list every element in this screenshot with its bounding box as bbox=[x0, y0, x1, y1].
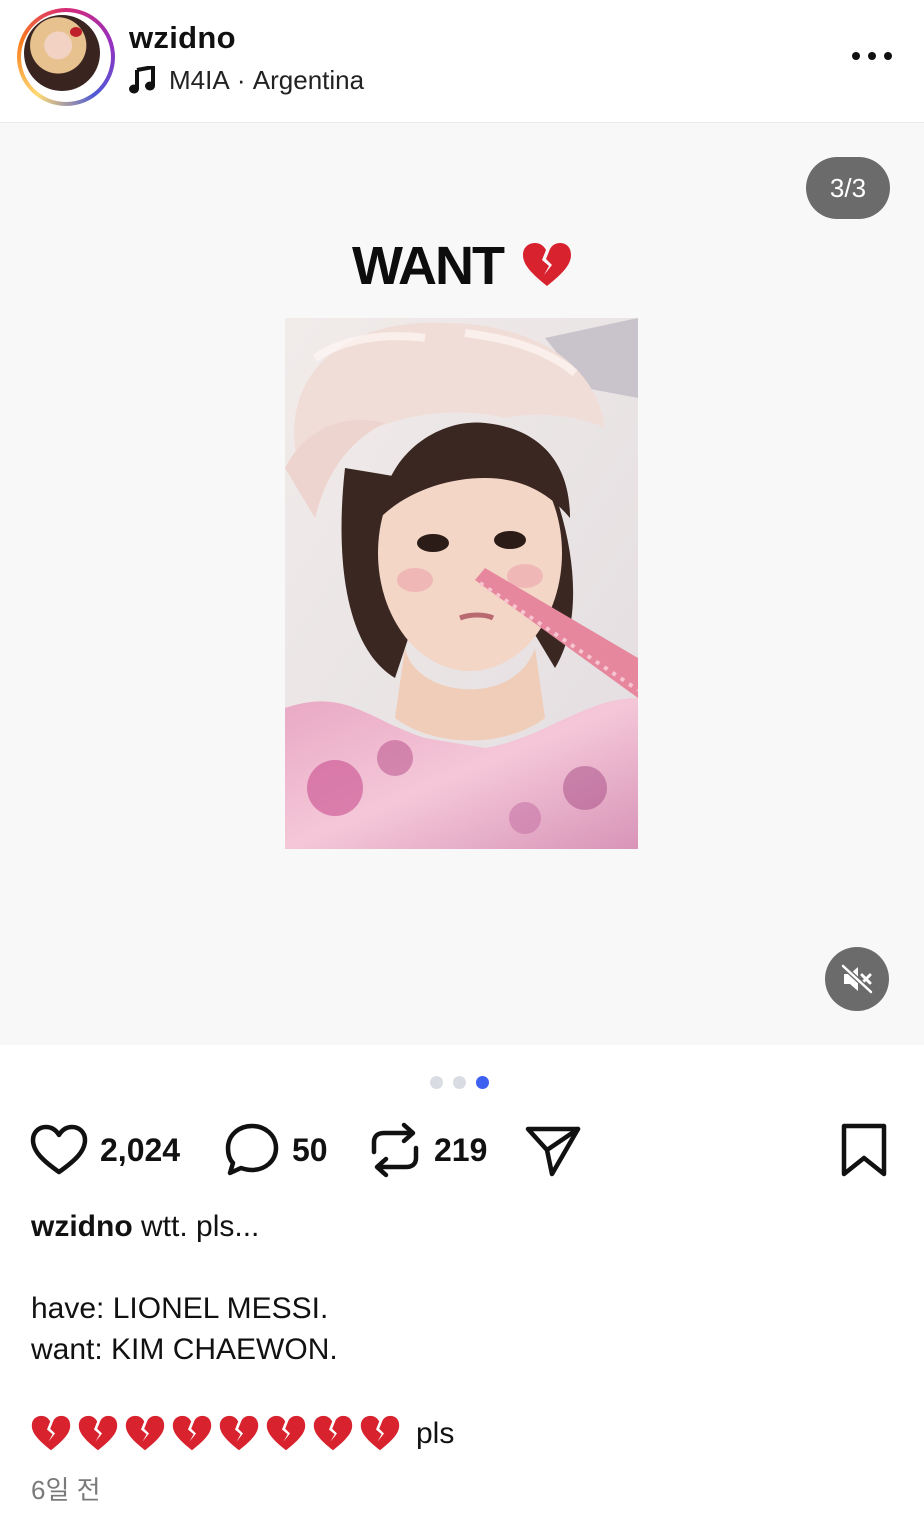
post-timestamp: 6일 전 bbox=[31, 1475, 101, 1505]
avatar[interactable] bbox=[24, 15, 100, 91]
avatar-story-ring[interactable] bbox=[17, 8, 115, 106]
broken-heart-icon bbox=[31, 1415, 71, 1450]
caption-want-line: want: KIM CHAEWON. bbox=[31, 1333, 338, 1366]
caption-first-line: wzidno wtt. pls... bbox=[31, 1206, 891, 1247]
comment-button[interactable]: 50 bbox=[224, 1118, 328, 1182]
caption-username[interactable]: wzidno bbox=[31, 1210, 133, 1243]
mute-toggle-button[interactable] bbox=[825, 947, 889, 1011]
post-subtitle: M4IA · Argentina bbox=[129, 62, 364, 98]
music-note-icon bbox=[129, 66, 155, 94]
broken-heart-icon bbox=[78, 1415, 118, 1450]
broken-heart-icon bbox=[266, 1415, 306, 1450]
action-bar: 2,024 50 219 bbox=[0, 1118, 924, 1182]
like-button[interactable]: 2,024 bbox=[30, 1118, 180, 1182]
post-media[interactable]: 3/3 WANT bbox=[0, 123, 924, 1045]
more-dot-icon bbox=[868, 52, 876, 60]
like-count[interactable]: 2,024 bbox=[100, 1132, 180, 1169]
overlay-title-text: WANT bbox=[352, 236, 505, 296]
photo-illustration bbox=[285, 318, 638, 849]
repost-count[interactable]: 219 bbox=[434, 1132, 487, 1169]
speaker-muted-icon bbox=[840, 963, 874, 995]
carousel-pagination bbox=[430, 1076, 489, 1089]
broken-heart-icon bbox=[172, 1415, 212, 1450]
more-dot-icon bbox=[852, 52, 860, 60]
caption-have-line: have: LIONEL MESSI. bbox=[31, 1292, 329, 1325]
music-label[interactable]: M4IA bbox=[169, 65, 230, 96]
share-button[interactable] bbox=[524, 1118, 582, 1182]
caption-end-text: pls bbox=[416, 1416, 455, 1450]
post-header: wzidno M4IA · Argentina bbox=[0, 0, 924, 123]
broken-heart-icon bbox=[360, 1415, 400, 1450]
broken-heart-icon bbox=[522, 243, 571, 286]
broken-heart-icon bbox=[313, 1415, 353, 1450]
username[interactable]: wzidno bbox=[129, 20, 236, 56]
post-photo bbox=[285, 318, 638, 849]
pagination-dot-active[interactable] bbox=[476, 1076, 489, 1089]
broken-hearts-row bbox=[31, 1415, 400, 1452]
more-dot-icon bbox=[884, 52, 892, 60]
pagination-dot[interactable] bbox=[430, 1076, 443, 1089]
location-label[interactable]: Argentina bbox=[253, 65, 364, 96]
broken-heart-icon bbox=[125, 1415, 165, 1450]
save-button[interactable] bbox=[840, 1118, 888, 1182]
heart-icon bbox=[30, 1124, 88, 1175]
more-options-button[interactable] bbox=[852, 42, 892, 70]
bookmark-icon bbox=[841, 1123, 887, 1177]
broken-heart-icon bbox=[219, 1415, 259, 1450]
separator: · bbox=[229, 64, 253, 95]
comment-count[interactable]: 50 bbox=[292, 1132, 328, 1169]
send-icon bbox=[525, 1126, 581, 1177]
post-caption: wzidno wtt. pls... have: LIONEL MESSI. w… bbox=[31, 1206, 891, 1455]
slide-counter: 3/3 bbox=[806, 157, 890, 219]
comment-icon bbox=[225, 1123, 279, 1176]
repost-icon bbox=[371, 1122, 419, 1178]
overlay-title: WANT bbox=[0, 235, 924, 297]
pagination-dot[interactable] bbox=[453, 1076, 466, 1089]
caption-text: wtt. pls... bbox=[141, 1210, 260, 1243]
caption-emoji-line: pls bbox=[31, 1411, 891, 1455]
repost-button[interactable]: 219 bbox=[368, 1118, 487, 1182]
